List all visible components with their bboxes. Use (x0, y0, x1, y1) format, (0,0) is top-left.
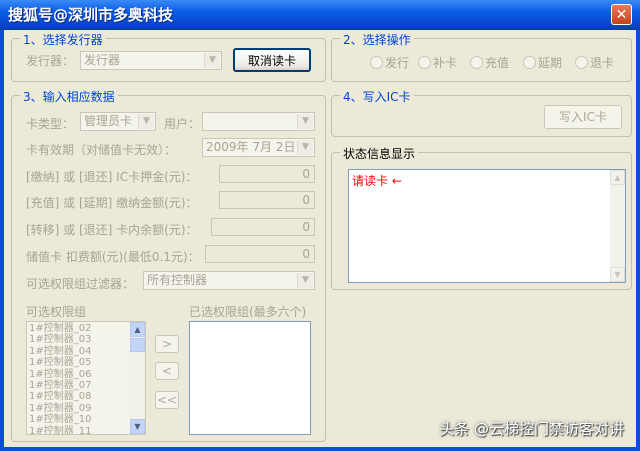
deposit-label: [缴纳] 或 [退还] IC卡押金(元)： (26, 170, 198, 184)
title-bar[interactable]: 搜狐号@深圳市多奥科技 ✕ (0, 0, 640, 30)
data-group-title: 3、输入相应数据 (20, 88, 118, 105)
available-groups-list[interactable]: 1#控制器_02 1#控制器_03 1#控制器_04 1#控制器_05 1#控制器_06… (26, 321, 146, 435)
write-card-button[interactable]: 写入IC卡 (544, 105, 622, 129)
radio-dot[interactable] (575, 56, 588, 69)
available-group-item[interactable]: 1#控制器_07 (27, 380, 145, 391)
operation-group-title: 2、选择操作 (340, 31, 414, 48)
radio-issue-label: 发行 (385, 56, 410, 70)
remove-group-button[interactable]: < (155, 362, 179, 380)
selected-groups-list[interactable] (189, 321, 311, 435)
close-button[interactable]: ✕ (611, 4, 632, 25)
filter-value: 所有控制器 (147, 273, 208, 287)
chevron-down-icon[interactable]: ▼ (138, 114, 154, 129)
remove-all-groups-button[interactable]: << (155, 391, 179, 409)
available-group-item[interactable]: 1#控制器_02 (27, 323, 145, 334)
user-select[interactable]: ▼ (202, 112, 315, 131)
radio-recharge[interactable]: 充值 (470, 54, 509, 71)
available-groups-label: 可选权限组 (26, 305, 87, 319)
available-group-item[interactable]: 1#控制器_04 (27, 346, 145, 357)
available-group-item[interactable]: 1#控制器_08 (27, 391, 145, 402)
radio-recharge-label: 充值 (485, 56, 510, 70)
radio-replace[interactable]: 补卡 (418, 54, 457, 71)
issuer-select[interactable]: 发行器 ▼ (80, 51, 222, 70)
available-group-item[interactable]: 1#控制器_10 (27, 414, 145, 425)
scroll-down-icon[interactable]: ▼ (610, 267, 625, 282)
add-group-button[interactable]: > (155, 335, 179, 353)
transfer-field[interactable]: 0 (211, 218, 315, 236)
recharge-label: [充值] 或 [延期] 缴纳金额(元)： (26, 196, 198, 210)
available-group-item[interactable]: 1#控制器_11 (27, 426, 145, 434)
scroll-down-icon[interactable]: ▼ (130, 419, 145, 434)
available-group-item[interactable]: 1#控制器_09 (27, 403, 145, 414)
radio-dot[interactable] (523, 56, 536, 69)
validity-date-picker[interactable]: 2009年 7月 2日 ▼ (202, 138, 315, 157)
chevron-down-icon[interactable]: ▼ (297, 140, 313, 155)
cancel-read-button[interactable]: 取消读卡 (233, 48, 311, 72)
available-group-item[interactable]: 1#控制器_06 (27, 369, 145, 380)
available-group-item[interactable]: 1#控制器_05 (27, 357, 145, 368)
scroll-up-icon[interactable]: ▲ (130, 322, 145, 337)
radio-extend[interactable]: 延期 (523, 54, 562, 71)
status-textbox[interactable]: 请读卡 ← ▲ ▼ (348, 169, 626, 283)
filter-label: 可选权限组过滤器： (26, 277, 135, 291)
status-scrollbar[interactable]: ▲ ▼ (610, 170, 625, 282)
issuer-label: 发行器： (26, 54, 75, 68)
available-group-item[interactable]: 1#控制器_03 (27, 334, 145, 345)
recharge-field[interactable]: 0 (219, 191, 315, 209)
selected-groups-label: 已选权限组(最多六个) (189, 305, 307, 319)
issuer-select-value: 发行器 (84, 53, 121, 67)
filter-select[interactable]: 所有控制器 ▼ (143, 271, 315, 290)
available-groups-scrollbar[interactable]: ▲ ▼ (130, 322, 145, 434)
card-type-value: 管理员卡 (84, 114, 133, 128)
client-area: 1、选择发行器 发行器： 发行器 ▼ 取消读卡 3、输入相应数据 卡类型： 管理… (4, 30, 636, 447)
status-group-title: 状态信息显示 (340, 145, 419, 162)
issuer-group-title: 1、选择发行器 (20, 31, 106, 48)
write-group-title: 4、写入IC卡 (340, 88, 414, 105)
window-title: 搜狐号@深圳市多奥科技 (8, 6, 174, 24)
validity-date-value: 2009年 7月 2日 (206, 140, 296, 154)
user-label: 用户： (164, 117, 201, 131)
app-window: 搜狐号@深圳市多奥科技 ✕ 1、选择发行器 发行器： 发行器 ▼ 取消读卡 3、… (0, 0, 640, 451)
radio-extend-label: 延期 (538, 56, 563, 70)
radio-refund-label: 退卡 (590, 56, 615, 70)
chevron-down-icon[interactable]: ▼ (297, 114, 313, 129)
deposit-field[interactable]: 0 (219, 165, 315, 183)
available-groups-items: 1#控制器_02 1#控制器_03 1#控制器_04 1#控制器_05 1#控制器_06… (27, 322, 145, 434)
card-type-select[interactable]: 管理员卡 ▼ (80, 112, 156, 131)
radio-refund[interactable]: 退卡 (575, 54, 614, 71)
radio-replace-label: 补卡 (433, 56, 458, 70)
status-message: 请读卡 ← (352, 174, 402, 188)
card-type-label: 卡类型： (26, 117, 75, 131)
radio-dot[interactable] (470, 56, 483, 69)
scroll-up-icon[interactable]: ▲ (610, 170, 625, 185)
chevron-down-icon[interactable]: ▼ (297, 273, 313, 288)
transfer-label: [转移] 或 [退还] 卡内余额(元)： (26, 223, 198, 237)
validity-label: 卡有效期（对储值卡无效）： (26, 143, 177, 157)
scroll-thumb[interactable] (130, 338, 145, 352)
watermark-text: 头条 @云梯控门禁访客对讲 (439, 420, 624, 438)
fee-field[interactable]: 0 (205, 245, 315, 263)
radio-issue[interactable]: 发行 (370, 54, 409, 71)
fee-label: 储值卡 扣费额(元)(最低0.1元)： (26, 250, 200, 264)
radio-dot[interactable] (370, 56, 383, 69)
chevron-down-icon[interactable]: ▼ (204, 53, 220, 68)
radio-dot[interactable] (418, 56, 431, 69)
